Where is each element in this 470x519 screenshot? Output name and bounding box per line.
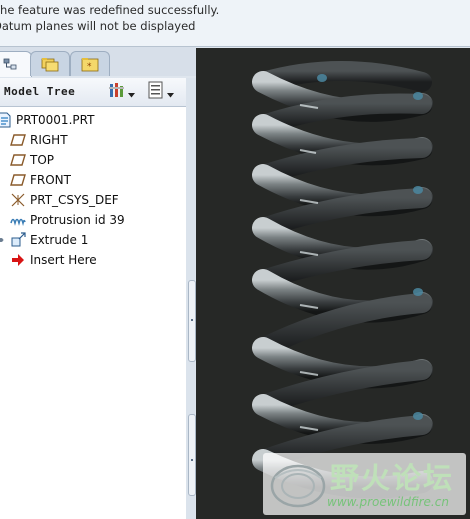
model-tree: PRT0001.PRT RIGHT TOP FRONT PRT_CSYS_DEF… (0, 107, 187, 519)
tree-item-label: PRT0001.PRT (16, 113, 95, 127)
model-tree-header: Model Tree (0, 78, 186, 107)
tree-item-label: PRT_CSYS_DEF (30, 193, 119, 207)
splitter-grip-bottom[interactable] (188, 414, 196, 496)
tab-model-tree[interactable] (0, 51, 32, 77)
tree-show-icon (148, 81, 164, 103)
tree-item-label: RIGHT (30, 133, 68, 147)
tree-item-csys[interactable]: PRT_CSYS_DEF (10, 190, 119, 210)
folder-icon (41, 56, 59, 76)
tree-item-insert-here[interactable]: Insert Here (10, 250, 97, 270)
tree-item-label: Insert Here (30, 253, 97, 267)
model-tree-title: Model Tree (4, 85, 76, 98)
message-area: The feature was redefined successfully. … (0, 0, 470, 47)
splitter-grip-top[interactable] (188, 280, 196, 362)
globe-logo-icon (270, 464, 326, 508)
message-line-2: Datum planes will not be displayed (0, 19, 196, 33)
part-icon (0, 112, 12, 128)
insert-here-arrow-icon (10, 252, 26, 268)
tree-item-extrude[interactable]: Extrude 1 (0, 230, 88, 250)
model-tree-icon (3, 57, 19, 76)
expand-toggle-icon[interactable] (0, 232, 6, 248)
helical-sweep-icon (10, 212, 26, 228)
tree-settings-icon (108, 81, 126, 103)
tree-item-right[interactable]: RIGHT (10, 130, 68, 150)
tree-show-button[interactable] (148, 81, 174, 103)
watermark-text: 野火论坛 (330, 461, 455, 495)
tree-item-part[interactable]: PRT0001.PRT (0, 110, 94, 130)
watermark-url: www.proewildfire.cn (327, 495, 449, 509)
tree-item-label: TOP (30, 153, 55, 167)
graphics-viewport[interactable] (196, 48, 470, 519)
tab-favorites[interactable]: * (70, 51, 110, 76)
spring-model (252, 61, 433, 499)
chevron-down-icon (167, 83, 174, 102)
tree-item-label: Protrusion id 39 (30, 213, 125, 227)
tree-item-label: FRONT (30, 173, 71, 187)
chevron-down-icon (128, 83, 135, 102)
message-line-1: The feature was redefined successfully. (0, 3, 220, 17)
datum-plane-icon (10, 132, 26, 148)
datum-plane-icon (10, 172, 26, 188)
tree-item-label: Extrude 1 (30, 233, 89, 247)
favorites-folder-icon: * (81, 56, 99, 76)
datum-plane-icon (10, 152, 26, 168)
tree-item-top[interactable]: TOP (10, 150, 54, 170)
extrude-icon (10, 232, 26, 248)
coordinate-system-icon (10, 192, 26, 208)
tree-item-protrusion[interactable]: Protrusion id 39 (10, 210, 125, 230)
tree-settings-button[interactable] (108, 82, 135, 102)
svg-text:*: * (87, 62, 92, 72)
tab-folder-browser[interactable] (30, 51, 70, 76)
tree-item-front[interactable]: FRONT (10, 170, 71, 190)
navigator-tabs: * (0, 47, 196, 77)
